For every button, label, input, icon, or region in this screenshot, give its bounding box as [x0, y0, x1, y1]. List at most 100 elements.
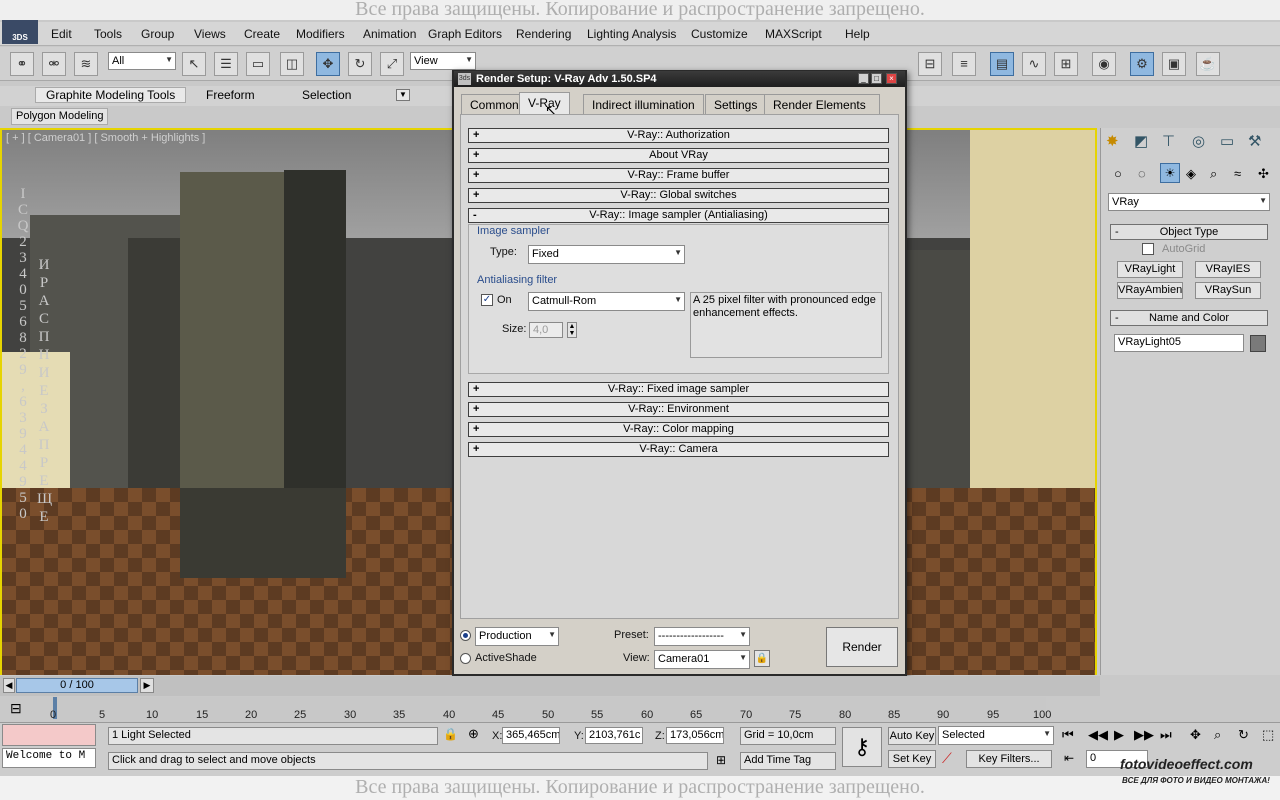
render-button[interactable]: Render	[826, 627, 898, 667]
sampler-type-dropdown[interactable]: Fixed	[528, 245, 685, 264]
menu-modifiers[interactable]: Modifiers	[296, 27, 345, 41]
menu-help[interactable]: Help	[845, 27, 870, 41]
next-frame-icon[interactable]: ▶	[140, 678, 154, 693]
bind-spacewarp-icon[interactable]: ≋	[74, 52, 98, 76]
ribbon-tab-freeform[interactable]: Freeform	[206, 88, 255, 102]
tab-render-elements[interactable]: Render Elements	[764, 94, 880, 114]
link-icon[interactable]: ⚭	[10, 52, 34, 76]
selection-lock-icon[interactable]: 🔒	[443, 727, 458, 741]
app-logo[interactable]: 3DS	[2, 20, 38, 44]
menu-tools[interactable]: Tools	[94, 27, 122, 41]
align-icon[interactable]: ⊟	[918, 52, 942, 76]
ribbon-tab-graphite[interactable]: Graphite Modeling Tools	[35, 87, 187, 103]
object-type-rollout[interactable]: - Object Type	[1110, 224, 1268, 240]
rollout-authorization[interactable]: + V-Ray:: Authorization	[468, 128, 889, 143]
select-scale-icon[interactable]: ⤢	[380, 52, 404, 76]
lock-view-icon[interactable]: 🔒	[754, 650, 770, 667]
menu-graph-editors[interactable]: Graph Editors	[428, 27, 502, 41]
filter-size-input[interactable]: 4,0	[529, 322, 563, 338]
zoom-icon[interactable]: ⌕	[1214, 727, 1221, 743]
absolute-mode-icon[interactable]: ⊕	[468, 726, 479, 742]
play-icon[interactable]: ▶	[1114, 727, 1124, 743]
aa-filter-on-checkbox[interactable]: ✓	[481, 294, 493, 306]
minimize-icon[interactable]: _	[858, 73, 869, 84]
menu-animation[interactable]: Animation	[363, 27, 416, 41]
aa-filter-dropdown[interactable]: Catmull-Rom	[528, 292, 685, 311]
spacewarps-icon[interactable]: ≈	[1234, 166, 1241, 181]
orbit-icon[interactable]: ↻	[1238, 727, 1249, 743]
hierarchy-panel-icon[interactable]: ⊤	[1162, 132, 1175, 150]
cameras-icon[interactable]: ◈	[1186, 166, 1196, 182]
filter-size-spinner[interactable]: ▲ ▼	[567, 322, 577, 338]
geometry-icon[interactable]: ○	[1114, 166, 1122, 181]
set-keys-icon[interactable]: ⚷	[842, 727, 882, 767]
vrayambientlight-button[interactable]: VRayAmbientLight	[1117, 282, 1183, 299]
light-category-dropdown[interactable]: VRay	[1108, 193, 1270, 211]
goto-end-icon[interactable]: ⏭	[1160, 727, 1172, 743]
modify-panel-icon[interactable]: ◩	[1134, 132, 1148, 150]
schematic-view-icon[interactable]: ⊞	[1054, 52, 1078, 76]
rollout-about-vray[interactable]: + About VRay	[468, 148, 889, 163]
production-mode-dropdown[interactable]: Production	[475, 627, 559, 646]
add-time-tag-button[interactable]: Add Time Tag	[740, 752, 836, 770]
rollout-environment[interactable]: + V-Ray:: Environment	[468, 402, 889, 417]
window-crossing-icon[interactable]: ◫	[280, 52, 304, 76]
vrayies-button[interactable]: VRayIES	[1195, 261, 1261, 278]
view-dropdown[interactable]: Camera01	[654, 650, 750, 669]
close-icon[interactable]: ×	[886, 73, 897, 84]
key-mode-dropdown[interactable]: Selected	[938, 726, 1054, 745]
maxscript-listener-input[interactable]: Welcome to M	[2, 748, 96, 768]
time-slider-thumb[interactable]: 0 / 100	[16, 678, 138, 693]
preset-dropdown[interactable]: ------------------	[654, 627, 750, 646]
utilities-panel-icon[interactable]: ⚒	[1248, 132, 1261, 150]
maximize-icon[interactable]: □	[871, 73, 882, 84]
menu-edit[interactable]: Edit	[51, 27, 72, 41]
render-setup-icon[interactable]: ⚙	[1130, 52, 1154, 76]
rollout-fixed-image-sampler[interactable]: + V-Ray:: Fixed image sampler	[468, 382, 889, 397]
viewport-label[interactable]: [ + ] [ Camera01 ] [ Smooth + Highlights…	[6, 132, 205, 144]
rect-selection-icon[interactable]: ▭	[246, 52, 270, 76]
menu-customize[interactable]: Customize	[691, 27, 748, 41]
rollout-color-mapping[interactable]: + V-Ray:: Color mapping	[468, 422, 889, 437]
name-color-rollout[interactable]: - Name and Color	[1110, 310, 1268, 326]
auto-key-button[interactable]: Auto Key	[888, 727, 936, 745]
mini-curve-editor-icon[interactable]: ⊟	[10, 700, 22, 717]
ribbon-options-icon[interactable]: ▼	[396, 89, 410, 101]
vraylight-button[interactable]: VRayLight	[1117, 261, 1183, 278]
pan-icon[interactable]: ✥	[1190, 727, 1201, 743]
activeshade-radio[interactable]	[460, 653, 471, 664]
rendered-frame-icon[interactable]: ▣	[1162, 52, 1186, 76]
menu-group[interactable]: Group	[141, 27, 174, 41]
menu-rendering[interactable]: Rendering	[516, 27, 571, 41]
maxscript-listener-top[interactable]	[2, 724, 96, 746]
lights-icon[interactable]: ☀	[1160, 163, 1180, 183]
prev-frame-icon[interactable]: ◀	[3, 678, 15, 693]
vraysun-button[interactable]: VRaySun	[1195, 282, 1261, 299]
select-by-name-icon[interactable]: ☰	[214, 52, 238, 76]
menu-lighting-analysis[interactable]: Lighting Analysis	[587, 27, 676, 41]
z-coord-input[interactable]: 173,056cm	[666, 727, 724, 744]
selection-filter-dropdown[interactable]: All	[108, 52, 176, 70]
helpers-icon[interactable]: ⌕	[1210, 166, 1217, 182]
maximize-viewport-icon[interactable]: ⬚	[1262, 727, 1274, 743]
tab-indirect-illumination[interactable]: Indirect illumination	[583, 94, 704, 114]
dialog-title[interactable]: Render Setup: V-Ray Adv 1.50.SP4	[454, 71, 905, 87]
key-tangent-icon[interactable]: ⟋	[942, 750, 952, 767]
select-rotate-icon[interactable]: ↻	[348, 52, 372, 76]
rollout-camera[interactable]: + V-Ray:: Camera	[468, 442, 889, 457]
render-production-icon[interactable]: ☕	[1196, 52, 1220, 76]
production-radio[interactable]	[460, 630, 471, 641]
unlink-icon[interactable]: ⚮	[42, 52, 66, 76]
menu-views[interactable]: Views	[194, 27, 226, 41]
rollout-global-switches[interactable]: + V-Ray:: Global switches	[468, 188, 889, 203]
select-move-icon[interactable]: ✥	[316, 52, 340, 76]
tab-settings[interactable]: Settings	[705, 94, 767, 114]
autogrid-checkbox[interactable]	[1142, 243, 1154, 255]
layer-manager-icon[interactable]: ≡	[952, 52, 976, 76]
rollout-frame-buffer[interactable]: + V-Ray:: Frame buffer	[468, 168, 889, 183]
key-filters-button[interactable]: Key Filters...	[966, 750, 1052, 768]
shapes-icon[interactable]: ◌	[1138, 166, 1146, 181]
set-key-button[interactable]: Set Key	[888, 750, 936, 768]
x-coord-input[interactable]: 365,465cm	[502, 727, 560, 744]
tab-common[interactable]: Common	[461, 94, 528, 114]
